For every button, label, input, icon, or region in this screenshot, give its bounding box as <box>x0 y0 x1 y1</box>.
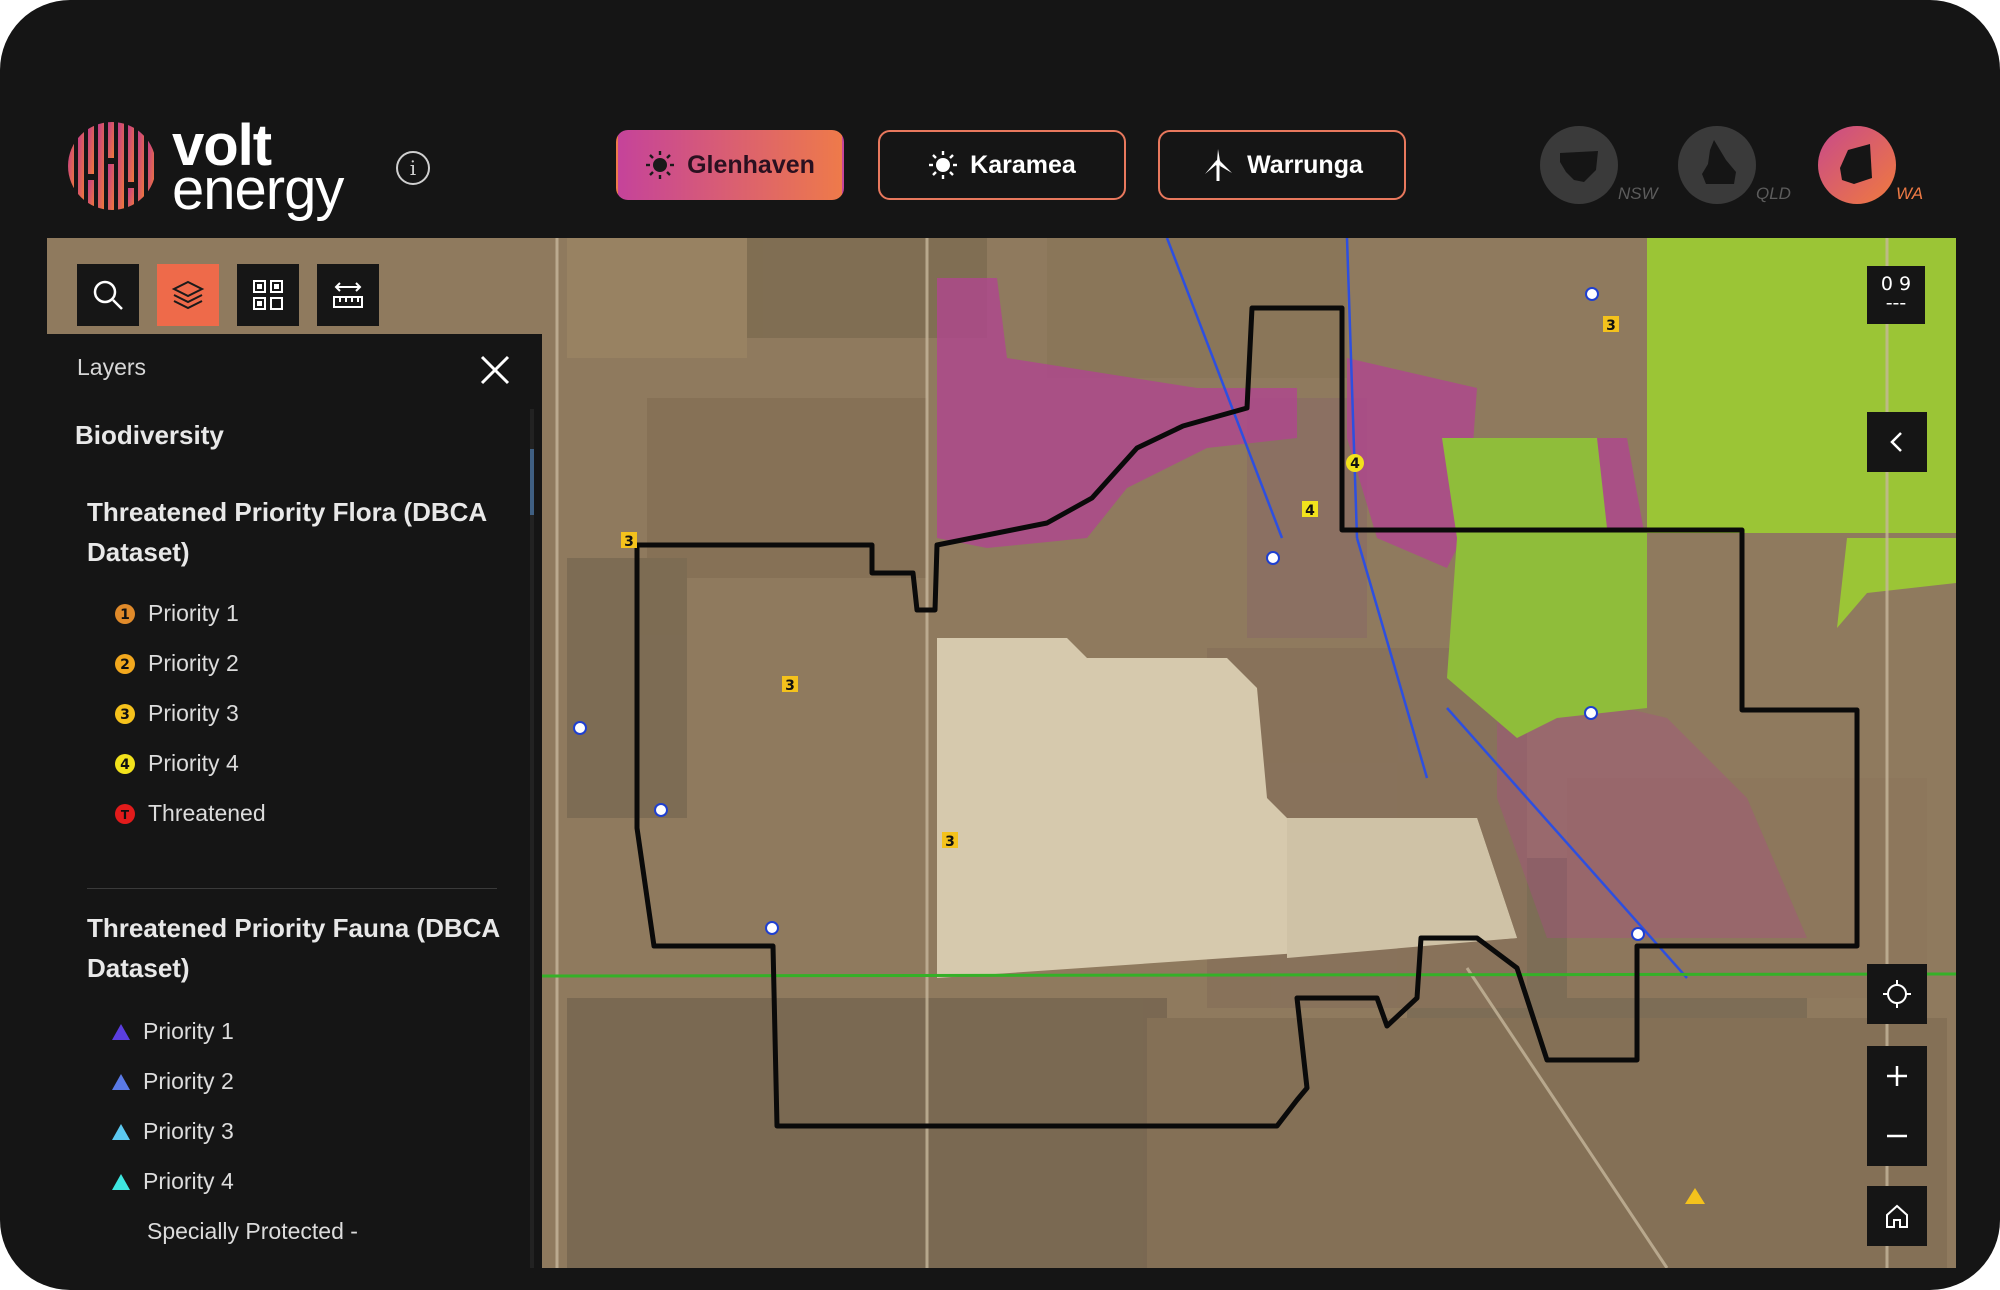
sun-icon <box>929 151 958 179</box>
legend-label: Threatened <box>148 800 266 826</box>
svg-text:4: 4 <box>1305 503 1315 519</box>
legend-item-fauna-priority-2[interactable]: Priority 2 <box>111 1068 234 1095</box>
close-icon[interactable] <box>477 352 513 388</box>
svg-text:3: 3 <box>120 707 130 723</box>
svg-text:4: 4 <box>120 757 130 773</box>
wa-map-icon <box>1840 144 1872 184</box>
zoom-out-icon[interactable] <box>1885 1124 1909 1148</box>
panel-title: Layers <box>77 354 147 380</box>
legend-label: Priority 1 <box>148 600 239 626</box>
state-label-qld: QLD <box>1756 184 1791 203</box>
panel-scrollbar[interactable] <box>530 409 534 1268</box>
legend-label: Specially Protected - <box>147 1218 358 1244</box>
crosshair-icon <box>1883 980 1911 1008</box>
site-tab-warrunga[interactable]: Warrunga <box>1158 130 1406 200</box>
state-button-wa[interactable] <box>1818 126 1896 204</box>
map-toolbar <box>77 264 379 326</box>
search-icon <box>93 280 123 310</box>
legend-item-fauna-priority-4[interactable]: Priority 4 <box>111 1168 234 1195</box>
logo[interactable]: volt energy <box>66 114 366 222</box>
svg-text:2: 2 <box>120 657 130 673</box>
priority-1-marker-icon: 1 <box>115 603 135 624</box>
priority-4-marker-icon: 4 <box>115 753 135 774</box>
legend-item-flora-priority-3[interactable]: 3 Priority 3 <box>114 700 239 727</box>
svg-text:T: T <box>121 808 130 822</box>
section-biodiversity[interactable]: Biodiversity <box>75 420 224 451</box>
legend-item-flora-priority-4[interactable]: 4 Priority 4 <box>114 750 239 777</box>
wind-turbine-icon <box>1205 149 1233 181</box>
qr-grid-icon <box>253 280 283 310</box>
site-tab-label: Karamea <box>970 150 1076 179</box>
legend-label: Priority 3 <box>143 1118 234 1144</box>
legend-item-fauna-priority-1[interactable]: Priority 1 <box>111 1018 234 1045</box>
nsw-map-icon <box>1560 151 1598 182</box>
state-button-nsw[interactable] <box>1540 126 1618 204</box>
measure-icon <box>333 282 363 308</box>
triangle-marker-icon <box>112 1173 130 1190</box>
device-frame: volt energy i Glenhaven Karamea Warrunga… <box>0 0 2000 1290</box>
info-icon[interactable]: i <box>396 151 430 185</box>
triangle-marker-icon <box>112 1023 130 1040</box>
priority-3-marker-icon: 3 <box>115 703 135 724</box>
qr-grid-tool-button[interactable] <box>237 264 299 326</box>
locate-button[interactable] <box>1867 964 1927 1024</box>
legend-label: Priority 1 <box>143 1018 234 1044</box>
qld-map-icon <box>1702 140 1736 184</box>
brand-word-energy: energy <box>172 157 344 222</box>
threatened-marker-icon: T <box>115 803 135 824</box>
scale-indicator: 0 9 --- <box>1867 266 1925 324</box>
priority-2-marker-icon: 2 <box>115 653 135 674</box>
triangle-marker-icon <box>112 1073 130 1090</box>
panel-divider <box>87 888 497 889</box>
legend-label: Priority 2 <box>148 650 239 676</box>
legend-label: Priority 3 <box>148 700 239 726</box>
state-label-nsw: NSW <box>1618 184 1658 203</box>
svg-text:1: 1 <box>120 607 130 623</box>
triangle-marker-icon <box>112 1123 130 1140</box>
legend-label: Priority 2 <box>143 1068 234 1094</box>
state-button-qld[interactable] <box>1678 126 1756 204</box>
group-flora-title[interactable]: Threatened Priority Flora (DBCA Dataset) <box>87 492 507 572</box>
legend-item-fauna-specially-protected[interactable]: Specially Protected - <box>147 1218 358 1245</box>
svg-text:4: 4 <box>1350 456 1360 472</box>
panel-scroll-thumb[interactable] <box>530 449 534 515</box>
site-tab-glenhaven[interactable]: Glenhaven <box>616 130 844 200</box>
svg-text:3: 3 <box>624 534 634 550</box>
svg-text:3: 3 <box>945 834 955 850</box>
top-bar: volt energy i Glenhaven Karamea Warrunga… <box>0 0 2000 238</box>
legend-item-flora-priority-2[interactable]: 2 Priority 2 <box>114 650 239 677</box>
legend-item-flora-threatened[interactable]: T Threatened <box>114 800 266 827</box>
sun-icon <box>646 151 675 179</box>
svg-text:3: 3 <box>785 678 795 694</box>
svg-text:3: 3 <box>1606 318 1616 334</box>
zoom-control <box>1867 1046 1927 1166</box>
legend-label: Priority 4 <box>148 750 239 776</box>
collapse-panel-button[interactable] <box>1867 412 1927 472</box>
site-tab-label: Glenhaven <box>687 150 815 179</box>
chevron-left-icon <box>1890 432 1902 452</box>
home-icon <box>1886 1204 1908 1228</box>
scale-bar: --- <box>1885 292 1907 314</box>
logo-icon <box>68 122 154 210</box>
search-tool-button[interactable] <box>77 264 139 326</box>
layers-tool-button[interactable] <box>157 264 219 326</box>
layers-panel: Layers Biodiversity Threatened Priority … <box>47 334 542 1268</box>
map-view[interactable]: 3 3 3 3 4 4 Layers Biodiversity Threaten… <box>47 238 1956 1268</box>
group-fauna-title[interactable]: Threatened Priority Fauna (DBCA Dataset) <box>87 908 507 988</box>
legend-item-fauna-priority-3[interactable]: Priority 3 <box>111 1118 234 1145</box>
site-tab-label: Warrunga <box>1247 150 1363 179</box>
zoom-in-icon[interactable] <box>1885 1064 1909 1088</box>
measure-tool-button[interactable] <box>317 264 379 326</box>
home-button[interactable] <box>1867 1186 1927 1246</box>
site-tab-karamea[interactable]: Karamea <box>878 130 1126 200</box>
layers-icon <box>171 280 205 310</box>
state-label-wa: WA <box>1896 184 1924 203</box>
legend-item-flora-priority-1[interactable]: 1 Priority 1 <box>114 600 239 627</box>
legend-label: Priority 4 <box>143 1168 234 1194</box>
